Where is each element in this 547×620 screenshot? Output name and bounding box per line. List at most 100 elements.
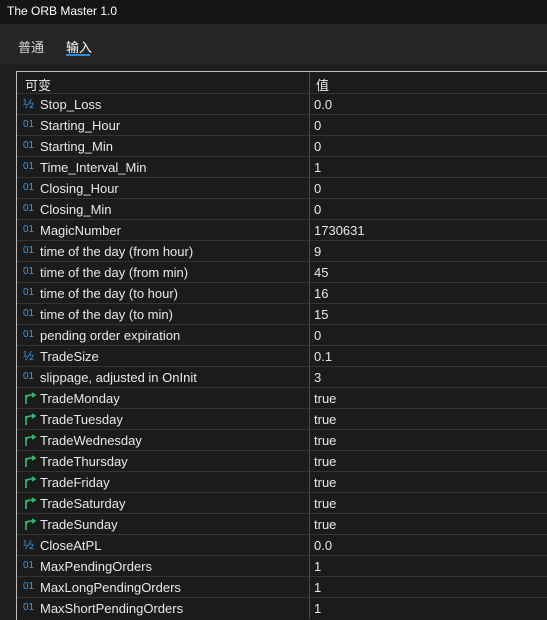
table-row[interactable]: 01 MaxPendingOrders 1 xyxy=(17,555,547,577)
value-cell[interactable]: 15 xyxy=(310,304,547,325)
value-cell[interactable]: true xyxy=(310,472,547,493)
variable-value: true xyxy=(314,391,337,406)
variable-cell: 01 MaxShortPendingOrders xyxy=(17,598,310,619)
fraction-icon: ½ xyxy=(23,537,34,552)
variable-value: 45 xyxy=(314,265,329,280)
table-row[interactable]: TradeFriday true xyxy=(17,471,547,493)
column-header-value[interactable]: 值 xyxy=(310,72,547,93)
variable-name: CloseAtPL xyxy=(40,538,102,553)
branch-arrow-icon xyxy=(23,412,39,426)
value-cell[interactable]: 45 xyxy=(310,262,547,283)
variable-name: Closing_Hour xyxy=(40,181,119,196)
variable-value: 1 xyxy=(314,160,322,175)
value-cell[interactable]: 0 xyxy=(310,325,547,346)
variable-value: 1 xyxy=(314,559,322,574)
table-row[interactable]: 01 time of the day (to min) 15 xyxy=(17,303,547,325)
value-cell[interactable]: true xyxy=(310,388,547,409)
table-row[interactable]: ½ Stop_Loss 0.0 xyxy=(17,93,547,115)
variable-cell: TradeSunday xyxy=(17,514,310,535)
inputs-table: 可变 值 ½ Stop_Loss 0.0 01 Starting_Hour 0 01 Star… xyxy=(16,71,547,620)
table-row[interactable]: 01 Starting_Hour 0 xyxy=(17,114,547,136)
table-row[interactable]: ½ TradeSize 0.1 xyxy=(17,345,547,367)
integer-icon: 01 xyxy=(23,224,35,235)
table-header: 可变 值 xyxy=(17,72,547,93)
variable-value: 0.1 xyxy=(314,349,333,364)
variable-value: 0 xyxy=(314,202,322,217)
variable-value: 0 xyxy=(314,328,322,343)
table-row[interactable]: 01 Starting_Min 0 xyxy=(17,135,547,157)
table-row[interactable]: TradeMonday true xyxy=(17,387,547,409)
value-cell[interactable]: 1 xyxy=(310,157,547,178)
variable-name: TradeSize xyxy=(40,349,99,364)
value-cell[interactable]: 16 xyxy=(310,283,547,304)
variable-cell: 01 slippage, adjusted in OnInit xyxy=(17,367,310,388)
variable-cell: 01 Closing_Min xyxy=(17,199,310,220)
value-cell[interactable]: 0.0 xyxy=(310,94,547,115)
variable-value: 9 xyxy=(314,244,322,259)
table-row[interactable]: 01 MagicNumber 1730631 xyxy=(17,219,547,241)
value-cell[interactable]: 1 xyxy=(310,556,547,577)
table-row[interactable]: 01 time of the day (from min) 45 xyxy=(17,261,547,283)
variable-cell: ½ Stop_Loss xyxy=(17,94,310,115)
table-row[interactable]: 01 MaxShortPendingOrders 1 xyxy=(17,597,547,619)
value-cell[interactable]: true xyxy=(310,451,547,472)
integer-icon: 01 xyxy=(23,287,35,298)
variable-name: time of the day (to min) xyxy=(40,307,173,322)
table-row[interactable]: 01 pending order expiration 0 xyxy=(17,324,547,346)
integer-icon: 01 xyxy=(23,245,35,256)
value-cell[interactable]: 0.1 xyxy=(310,346,547,367)
variable-cell: ½ CloseAtPL xyxy=(17,535,310,556)
table-row[interactable]: 01 time of the day (from hour) 9 xyxy=(17,240,547,262)
value-cell[interactable]: 0 xyxy=(310,115,547,136)
variable-value: true xyxy=(314,433,337,448)
integer-icon: 01 xyxy=(23,203,35,214)
value-cell[interactable]: 0 xyxy=(310,199,547,220)
value-cell[interactable]: 0.0 xyxy=(310,535,547,556)
integer-icon: 01 xyxy=(23,329,35,340)
integer-icon: 01 xyxy=(23,308,35,319)
variable-cell: TradeThursday xyxy=(17,451,310,472)
variable-value: 1 xyxy=(314,580,322,595)
table-row[interactable]: 01 Time_Interval_Min 1 xyxy=(17,156,547,178)
integer-icon: 01 xyxy=(23,371,35,382)
value-cell[interactable]: 1730631 xyxy=(310,220,547,241)
variable-value: true xyxy=(314,475,337,490)
table-row[interactable]: 01 Closing_Hour 0 xyxy=(17,177,547,199)
value-cell[interactable]: true xyxy=(310,493,547,514)
table-row[interactable]: 01 MaxLongPendingOrders 1 xyxy=(17,576,547,598)
variable-value: true xyxy=(314,496,337,511)
value-cell[interactable]: 1 xyxy=(310,577,547,598)
variable-name: time of the day (to hour) xyxy=(40,286,179,301)
variable-cell: 01 Time_Interval_Min xyxy=(17,157,310,178)
variable-cell: 01 time of the day (to hour) xyxy=(17,283,310,304)
value-cell[interactable]: 3 xyxy=(310,367,547,388)
variable-cell: 01 MaxPendingOrders xyxy=(17,556,310,577)
variable-cell: TradeSaturday xyxy=(17,493,310,514)
table-row[interactable]: TradeSaturday true xyxy=(17,492,547,514)
value-cell[interactable]: true xyxy=(310,430,547,451)
table-row[interactable]: 01 Closing_Min 0 xyxy=(17,198,547,220)
table-row[interactable]: TradeSunday true xyxy=(17,513,547,535)
variable-name: TradeTuesday xyxy=(40,412,123,427)
table-row[interactable]: TradeThursday true xyxy=(17,450,547,472)
table-row[interactable]: 01 slippage, adjusted in OnInit 3 xyxy=(17,366,547,388)
column-header-variable[interactable]: 可变 xyxy=(17,72,310,93)
variable-name: Starting_Min xyxy=(40,139,113,154)
variable-cell: 01 Starting_Hour xyxy=(17,115,310,136)
value-cell[interactable]: 9 xyxy=(310,241,547,262)
table-row[interactable]: ½ CloseAtPL 0.0 xyxy=(17,534,547,556)
value-cell[interactable]: 1 xyxy=(310,598,547,619)
value-cell[interactable]: true xyxy=(310,514,547,535)
table-row[interactable]: TradeWednesday true xyxy=(17,429,547,451)
variable-value: true xyxy=(314,412,337,427)
value-cell[interactable]: 0 xyxy=(310,136,547,157)
table-row[interactable]: TradeTuesday true xyxy=(17,408,547,430)
value-cell[interactable]: 0 xyxy=(310,178,547,199)
variable-name: Time_Interval_Min xyxy=(40,160,147,175)
branch-arrow-icon xyxy=(23,454,39,468)
tab-general[interactable]: 普通 xyxy=(18,37,44,56)
fraction-icon: ½ xyxy=(23,96,34,111)
window-title: The ORB Master 1.0 xyxy=(7,4,118,18)
table-row[interactable]: 01 time of the day (to hour) 16 xyxy=(17,282,547,304)
value-cell[interactable]: true xyxy=(310,409,547,430)
